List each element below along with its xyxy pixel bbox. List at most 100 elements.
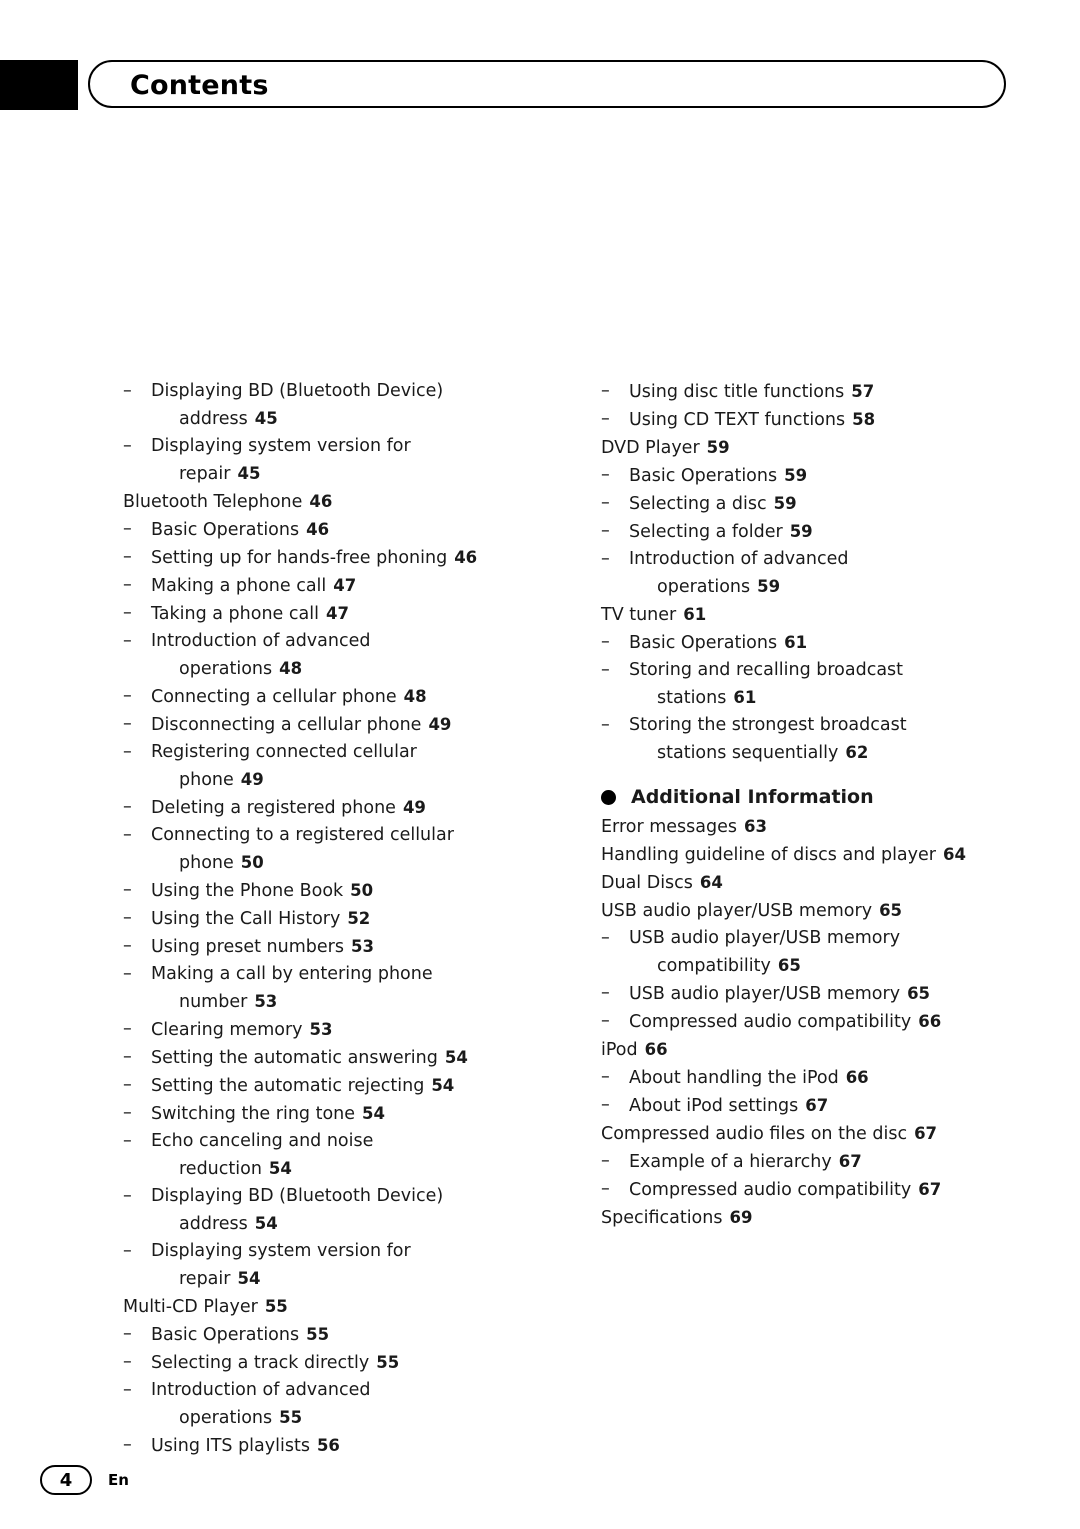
dash-icon: – [123, 825, 132, 845]
toc-entry[interactable]: – Displaying BD (Bluetooth Device) address… [123, 1183, 553, 1238]
toc-entry[interactable]: Compressed audio files on the disc 67 [601, 1120, 1031, 1148]
toc-entry[interactable]: – Using the Call History 52 [123, 905, 553, 933]
toc-entry-label-continued: phone 49 [179, 770, 264, 790]
toc-entry[interactable]: – Compressed audio compatibility 67 [601, 1176, 1031, 1204]
toc-entry[interactable]: Specifications 69 [601, 1204, 1031, 1232]
toc-entry[interactable]: – Setting the automatic answering 54 [123, 1044, 553, 1072]
toc-entry-label: Displaying BD (Bluetooth Device) [151, 1186, 444, 1206]
toc-entry[interactable]: – Introduction of advanced operations 59 [601, 546, 1031, 601]
toc-entry[interactable]: – Displaying BD (Bluetooth Device) address… [123, 378, 553, 433]
toc-entry[interactable]: – Using ITS playlists 56 [123, 1432, 553, 1460]
toc-entry[interactable]: – Introduction of advanced operations 48 [123, 628, 553, 683]
toc-entry[interactable]: – Using CD TEXT functions 58 [601, 406, 1031, 434]
toc-entry[interactable]: – Using the Phone Book 50 [123, 877, 553, 905]
toc-entry-label: USB audio player/USB memory [629, 928, 901, 948]
toc-entry[interactable]: – Switching the ring tone 54 [123, 1100, 553, 1128]
toc-entry[interactable]: Multi-CD Player 55 [123, 1293, 553, 1321]
toc-entry-label-continued: repair 54 [179, 1269, 261, 1289]
toc-entry[interactable]: – Making a phone call 47 [123, 572, 553, 600]
dash-icon: – [123, 1186, 132, 1206]
toc-entry-page: 48 [279, 659, 303, 678]
toc-entry[interactable]: – Making a call by entering phone number 53 [123, 961, 553, 1016]
toc-entry-label: Introduction of advanced [151, 1380, 371, 1400]
toc-entry-page: 59 [706, 438, 730, 457]
dash-icon: – [601, 521, 610, 541]
toc-entry-label: Using the Phone Book [151, 881, 344, 901]
toc-entry-label: Switching the ring tone [151, 1104, 356, 1124]
toc-entry[interactable]: – About handling the iPod 66 [601, 1064, 1031, 1092]
toc-entry[interactable]: Bluetooth Telephone 46 [123, 488, 553, 516]
toc-entry-label: Bluetooth Telephone [123, 492, 303, 512]
toc-entry[interactable]: TV tuner 61 [601, 601, 1031, 629]
toc-entry[interactable]: – Basic Operations 55 [123, 1321, 553, 1349]
toc-entry[interactable]: – Connecting a cellular phone 48 [123, 683, 553, 711]
dash-icon: – [123, 603, 132, 623]
toc-entry-label: Setting up for hands-free phoning [151, 548, 448, 568]
dash-icon: – [601, 983, 610, 1003]
toc-entry-label: Introduction of advanced [629, 549, 849, 569]
toc-entry[interactable]: – Storing and recalling broadcast stations… [601, 657, 1031, 712]
toc-entry-label-continued: operations 55 [179, 1408, 303, 1428]
toc-entry-label: Storing and recalling broadcast [629, 660, 904, 680]
toc-entry-page: 59 [757, 577, 781, 596]
toc-entry[interactable]: Handling guideline of discs and player 64 [601, 841, 1031, 869]
dash-icon: – [123, 1241, 132, 1261]
toc-entry[interactable]: – Displaying system version for repair 45 [123, 433, 553, 488]
toc-entry-label: Dual Discs [601, 873, 693, 893]
toc-entry-label-continued: address 45 [179, 409, 278, 429]
toc-entry[interactable]: – Compressed audio compatibility 66 [601, 1008, 1031, 1036]
toc-entry[interactable]: – Registering connected cellular phone 49 [123, 739, 553, 794]
toc-entry-label: Using ITS playlists [151, 1436, 310, 1456]
toc-entry[interactable]: – USB audio player/USB memory 65 [601, 980, 1031, 1008]
toc-entry[interactable]: – Echo canceling and noise reduction 54 [123, 1128, 553, 1183]
toc-entry[interactable]: iPod 66 [601, 1036, 1031, 1064]
toc-entry-label: Connecting a cellular phone [151, 687, 397, 707]
toc-entry[interactable]: – Basic Operations 59 [601, 462, 1031, 490]
toc-entry-label: Selecting a folder [629, 522, 783, 542]
toc-entry[interactable]: – Taking a phone call 47 [123, 600, 553, 628]
dash-icon: – [123, 381, 132, 401]
toc-entry-page: 49 [428, 715, 452, 734]
toc-entry[interactable]: – Example of a hierarchy 67 [601, 1148, 1031, 1176]
dash-icon: – [123, 936, 132, 956]
toc-entry[interactable]: – Connecting to a registered cellular phon… [123, 822, 553, 877]
toc-entry-label: DVD Player [601, 438, 700, 458]
toc-entry[interactable]: Dual Discs 64 [601, 869, 1031, 897]
dash-icon: – [123, 908, 132, 928]
toc-entry[interactable]: – USB audio player/USB memory compatibilit… [601, 925, 1031, 980]
toc-entry[interactable]: – Disconnecting a cellular phone 49 [123, 711, 553, 739]
toc-entry-page: 45 [237, 464, 261, 483]
toc-entry[interactable]: – Displaying system version for repair 54 [123, 1238, 553, 1293]
toc-entry-page: 54 [237, 1269, 261, 1288]
toc-entry-label: Setting the automatic answering [151, 1048, 438, 1068]
toc-entry-page: 56 [316, 1436, 340, 1455]
page-title: Contents [130, 70, 269, 101]
toc-entry-label-continued: stations 61 [657, 688, 757, 708]
toc-entry[interactable]: – Selecting a folder 59 [601, 518, 1031, 546]
dash-icon: – [123, 964, 132, 984]
toc-entry[interactable]: – Selecting a disc 59 [601, 490, 1031, 518]
toc-entry[interactable]: – Setting up for hands-free phoning 46 [123, 544, 553, 572]
toc-entry[interactable]: – About iPod settings 67 [601, 1092, 1031, 1120]
toc-entry[interactable]: – Selecting a track directly 55 [123, 1349, 553, 1377]
toc-entry[interactable]: DVD Player 59 [601, 434, 1031, 462]
toc-entry[interactable]: – Basic Operations 46 [123, 516, 553, 544]
toc-entry-page: 46 [306, 520, 330, 539]
toc-entry[interactable]: Error messages 63 [601, 813, 1031, 841]
toc-entry[interactable]: – Deleting a registered phone 49 [123, 794, 553, 822]
toc-entry-page: 46 [454, 548, 478, 567]
toc-entry-label: About iPod settings [629, 1096, 799, 1116]
dash-icon: – [601, 465, 610, 485]
toc-entry[interactable]: – Storing the strongest broadcast stations… [601, 712, 1031, 767]
toc-entry-label: Example of a hierarchy [629, 1152, 832, 1172]
toc-entry-page: 69 [729, 1208, 753, 1227]
toc-entry[interactable]: – Setting the automatic rejecting 54 [123, 1072, 553, 1100]
toc-entry-label: Deleting a registered phone [151, 798, 396, 818]
toc-entry[interactable]: – Using preset numbers 53 [123, 933, 553, 961]
toc-entry[interactable]: – Clearing memory 53 [123, 1016, 553, 1044]
toc-entry[interactable]: – Using disc title functions 57 [601, 378, 1031, 406]
toc-entry-label: Using the Call History [151, 909, 341, 929]
toc-entry[interactable]: – Introduction of advanced operations 55 [123, 1377, 553, 1432]
toc-entry[interactable]: – Basic Operations 61 [601, 629, 1031, 657]
toc-entry[interactable]: USB audio player/USB memory 65 [601, 897, 1031, 925]
